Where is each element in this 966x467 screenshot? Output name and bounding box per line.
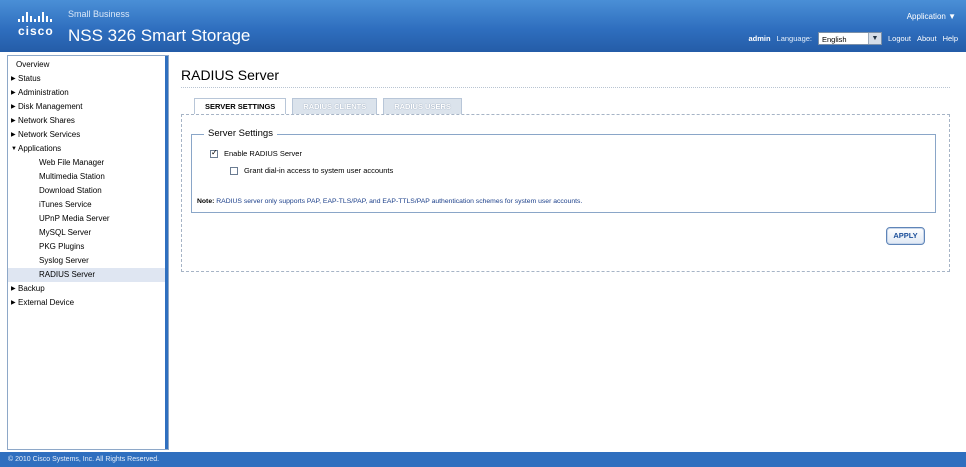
sidebar-item-label: Network Shares — [18, 116, 75, 125]
title-divider — [181, 87, 950, 88]
grant-dialin-label: Grant dial-in access to system user acco… — [244, 166, 394, 175]
sidebar-item-applications[interactable]: ▼ Applications — [8, 142, 168, 156]
product-name: NSS 326 Smart Storage — [68, 26, 251, 45]
sidebar-item-label: External Device — [18, 298, 75, 307]
sidebar-item-network-shares[interactable]: ▶ Network Shares — [8, 114, 168, 128]
tab-server-settings[interactable]: SERVER SETTINGS — [194, 98, 287, 114]
sidebar-item-network-services[interactable]: ▶ Network Services — [8, 128, 168, 142]
sidebar-item-label: Disk Management — [18, 102, 83, 111]
main-content: RADIUS Server SERVER SETTINGS RADIUS CLI… — [172, 55, 959, 450]
expand-arrow-icon[interactable]: ▶ — [11, 114, 16, 128]
sidebar-item-disk-management[interactable]: ▶ Disk Management — [8, 100, 168, 114]
expand-arrow-icon[interactable]: ▶ — [11, 86, 16, 100]
group-legend: Server Settings — [204, 128, 277, 139]
note-text: Note: RADIUS server only supports PAP, E… — [197, 198, 582, 205]
sidebar-item-itunes-service[interactable]: iTunes Service — [8, 198, 168, 212]
sidebar-item-label: Download Station — [39, 186, 102, 195]
brand-subtitle: Small Business — [68, 9, 130, 19]
sidebar-item-label: Overview — [16, 60, 50, 69]
current-user: admin — [748, 34, 771, 43]
expand-arrow-icon[interactable]: ▶ — [11, 128, 16, 142]
sidebar-item-label: PKG Plugins — [39, 242, 85, 251]
sidebar-item-label: Applications — [18, 144, 62, 153]
sidebar-item-label: Syslog Server — [39, 256, 89, 265]
sidebar-item-label: RADIUS Server — [39, 270, 96, 279]
language-select[interactable]: English ▼ — [818, 32, 882, 45]
sidebar-item-label: UPnP Media Server — [39, 214, 110, 223]
copyright-text: © 2010 Cisco Systems, Inc. All Rights Re… — [8, 456, 160, 463]
grant-dialin-checkbox[interactable] — [230, 166, 238, 175]
sidebar-item-syslog-server[interactable]: Syslog Server — [8, 254, 168, 268]
sidebar-item-label: Multimedia Station — [39, 172, 105, 181]
sidebar-item-label: Status — [18, 74, 41, 83]
expand-arrow-icon[interactable]: ▶ — [11, 296, 16, 310]
grant-dialin-row: Grant dial-in access to system user acco… — [230, 166, 393, 175]
sidebar-item-mysql-server[interactable]: MySQL Server — [8, 226, 168, 240]
sidebar-item-pkg-plugins[interactable]: PKG Plugins — [8, 240, 168, 254]
sidebar-item-backup[interactable]: ▶ Backup — [8, 282, 168, 296]
sidebar-item-external-device[interactable]: ▶ External Device — [8, 296, 168, 310]
chevron-down-icon[interactable]: ▼ — [868, 33, 881, 44]
note-prefix: Note: — [197, 198, 215, 205]
enable-radius-label: Enable RADIUS Server — [224, 149, 302, 158]
tab-radius-users[interactable]: RADIUS USERS — [383, 98, 462, 114]
sidebar-item-label: Network Services — [18, 130, 81, 139]
sidebar-item-label: Web File Manager — [39, 158, 105, 167]
sidebar-divider — [165, 56, 168, 449]
sidebar-item-label: iTunes Service — [39, 200, 92, 209]
sidebar-item-web-file-manager[interactable]: Web File Manager — [8, 156, 168, 170]
expand-arrow-icon[interactable]: ▶ — [11, 282, 16, 296]
header-toolbar: admin Language: English ▼ Logout About H… — [748, 32, 958, 45]
expand-arrow-icon[interactable]: ▶ — [11, 72, 16, 86]
application-menu[interactable]: Application ▼ — [907, 12, 956, 21]
sidebar-item-radius-server[interactable]: RADIUS Server — [8, 268, 168, 282]
cisco-bars-icon — [18, 12, 64, 22]
app-header: cisco Small Business NSS 326 Smart Stora… — [0, 0, 966, 52]
about-link[interactable]: About — [917, 34, 937, 43]
sidebar-item-upnp-media-server[interactable]: UPnP Media Server — [8, 212, 168, 226]
server-settings-group: Server Settings Enable RADIUS Server Gra… — [191, 128, 936, 213]
sidebar-item-label: Backup — [18, 284, 45, 293]
help-link[interactable]: Help — [943, 34, 958, 43]
settings-panel: Server Settings Enable RADIUS Server Gra… — [181, 114, 950, 272]
cisco-logo: cisco — [18, 12, 64, 38]
logout-link[interactable]: Logout — [888, 34, 911, 43]
sidebar-item-administration[interactable]: ▶ Administration — [8, 86, 168, 100]
sidebar-item-multimedia-station[interactable]: Multimedia Station — [8, 170, 168, 184]
footer: © 2010 Cisco Systems, Inc. All Rights Re… — [0, 452, 966, 467]
sidebar-item-label: MySQL Server — [39, 228, 92, 237]
collapse-arrow-icon[interactable]: ▼ — [11, 142, 17, 156]
page-title: RADIUS Server — [181, 67, 280, 83]
sidebar-nav: Overview ▶ Status ▶ Administration ▶ Disk M… — [7, 55, 169, 450]
sidebar-item-overview[interactable]: Overview — [8, 58, 168, 72]
sidebar-item-download-station[interactable]: Download Station — [8, 184, 168, 198]
apply-button[interactable]: APPLY — [886, 227, 925, 245]
tab-radius-clients[interactable]: RADIUS CLIENTS — [292, 98, 378, 114]
cisco-wordmark: cisco — [18, 24, 54, 38]
enable-radius-checkbox[interactable] — [210, 148, 218, 158]
language-label: Language: — [776, 34, 812, 43]
sidebar-item-label: Administration — [18, 88, 69, 97]
language-select-value: English — [822, 35, 847, 44]
tab-bar: SERVER SETTINGS RADIUS CLIENTS RADIUS US… — [194, 98, 462, 114]
enable-radius-row: Enable RADIUS Server — [210, 148, 302, 158]
sidebar-item-status[interactable]: ▶ Status — [8, 72, 168, 86]
note-body: RADIUS server only supports PAP, EAP-TLS… — [216, 198, 583, 205]
expand-arrow-icon[interactable]: ▶ — [11, 100, 16, 114]
